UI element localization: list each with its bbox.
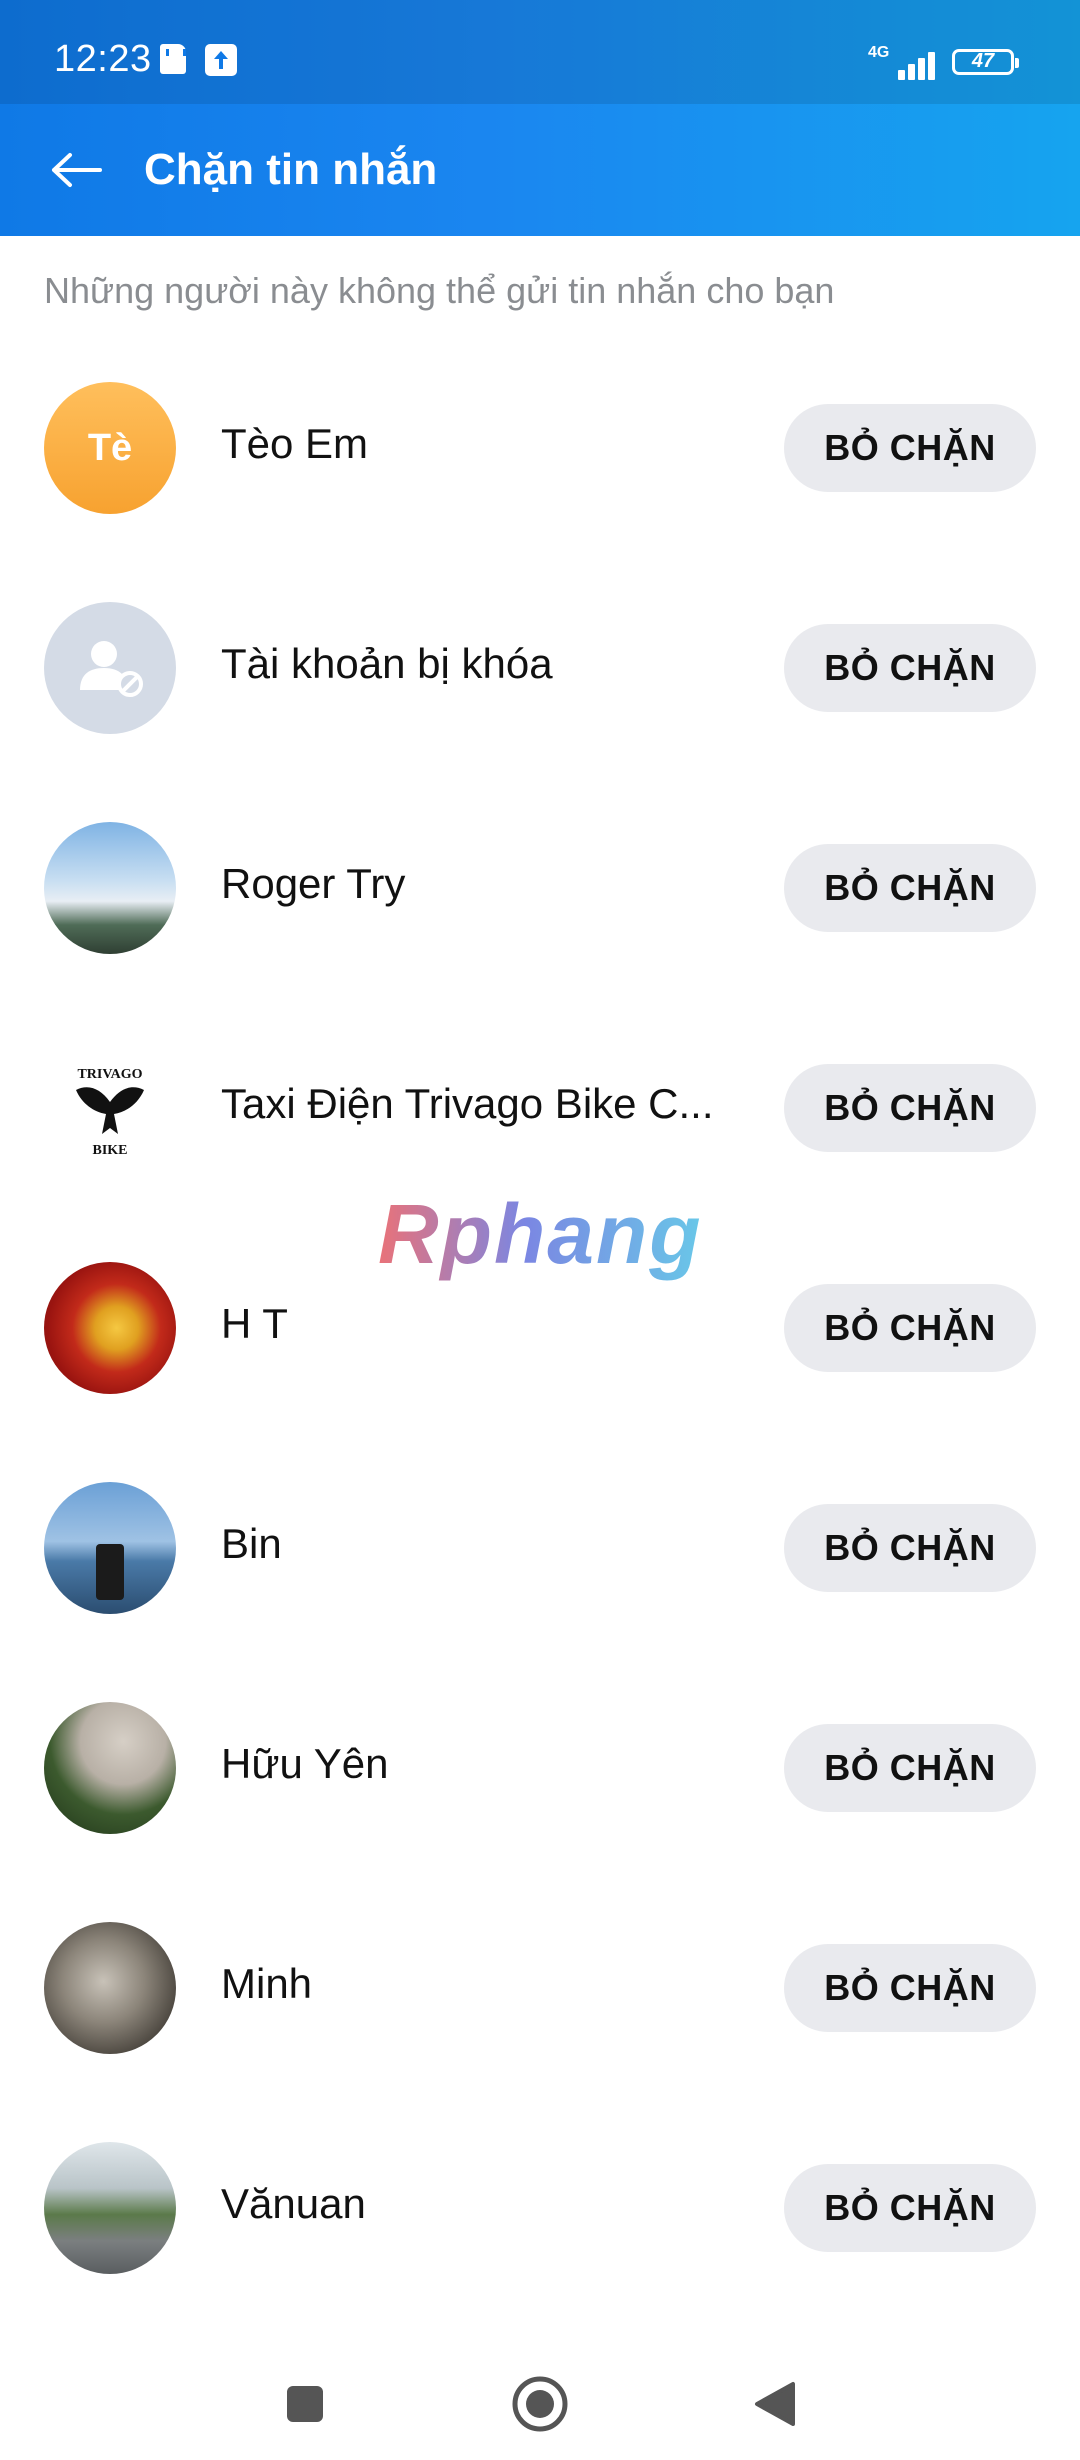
contact-name[interactable]: Tèo Em [221,420,721,468]
unblock-button[interactable]: BỎ CHẶN [784,404,1036,492]
arrow-left-icon [52,153,102,187]
unblock-button[interactable]: BỎ CHẶN [784,2164,1036,2252]
battery-icon: 47 [952,49,1019,75]
square-icon [287,2386,323,2422]
contact-name[interactable]: Taxi Điện Trivago Bike C... [221,1080,721,1128]
list-item: Tè Tèo Em BỎ CHẶN [0,370,1080,590]
contact-name[interactable]: Tài khoản bị khóa [221,640,721,688]
avatar[interactable] [44,822,176,954]
sd-card-icon [160,44,186,74]
list-item: H T BỎ CHẶN [0,1250,1080,1470]
avatar[interactable]: Tè [44,382,176,514]
status-time: 12:23 [54,38,152,80]
contact-name[interactable]: H T [221,1300,721,1348]
contact-name[interactable]: Minh [221,1960,721,2008]
unblock-button[interactable]: BỎ CHẶN [784,624,1036,712]
avatar[interactable]: TRIVAGO BIKE [44,1042,176,1174]
list-item: Hữu Yên BỎ CHẶN [0,1690,1080,1910]
logo-text-top: TRIVAGO [77,1067,142,1082]
network-type: 4G [868,44,890,61]
recents-button[interactable] [265,2364,345,2444]
list-item: Tài khoản bị khóa BỎ CHẶN [0,590,1080,810]
unblock-button[interactable]: BỎ CHẶN [784,844,1036,932]
page-title: Chặn tin nhắn [144,145,438,194]
blocked-list: Tè Tèo Em BỎ CHẶN Tài khoản bị khóa BỎ C… [0,370,1080,2350]
battery-level: 47 [971,50,995,72]
locked-account-icon [80,641,143,697]
avatar[interactable] [44,1922,176,2054]
list-item: Minh BỎ CHẶN [0,1910,1080,2130]
circle-home-icon [512,2376,568,2432]
blocked-description: Những người này không thể gửi tin nhắn c… [44,270,835,311]
contact-name[interactable]: Hữu Yên [221,1740,721,1788]
contact-name[interactable]: Vănuan [221,2180,721,2228]
avatar[interactable] [44,2142,176,2274]
system-nav-bar [0,2340,1080,2460]
list-item: Bin BỎ CHẶN [0,1470,1080,1690]
signal-icon [890,44,940,80]
status-bar: 12:23 4G 47 [0,0,1080,104]
home-button[interactable] [500,2364,580,2444]
list-item: Vănuan BỎ CHẶN [0,2130,1080,2350]
contact-name[interactable]: Roger Try [221,860,721,908]
list-item: Roger Try BỎ CHẶN [0,810,1080,1030]
avatar[interactable] [44,1262,176,1394]
unblock-button[interactable]: BỎ CHẶN [784,1504,1036,1592]
trivago-bike-logo-icon: TRIVAGO BIKE [76,1067,144,1158]
avatar-initials: Tè [87,426,133,469]
avatar[interactable] [44,1702,176,1834]
upload-icon [205,44,237,76]
contact-name[interactable]: Bin [221,1520,721,1568]
back-button[interactable] [44,138,108,202]
avatar[interactable] [44,1482,176,1614]
unblock-button[interactable]: BỎ CHẶN [784,1944,1036,2032]
triangle-back-icon [755,2382,795,2426]
avatar[interactable] [44,602,176,734]
watermark-logo: Rphang [378,1187,703,1281]
unblock-button[interactable]: BỎ CHẶN [784,1284,1036,1372]
unblock-button[interactable]: BỎ CHẶN [784,1724,1036,1812]
unblock-button[interactable]: BỎ CHẶN [784,1064,1036,1152]
nav-back-button[interactable] [735,2364,815,2444]
logo-text-bottom: BIKE [92,1143,127,1158]
header-background: 12:23 4G 47 Chặn tin nhắn [0,0,1080,236]
